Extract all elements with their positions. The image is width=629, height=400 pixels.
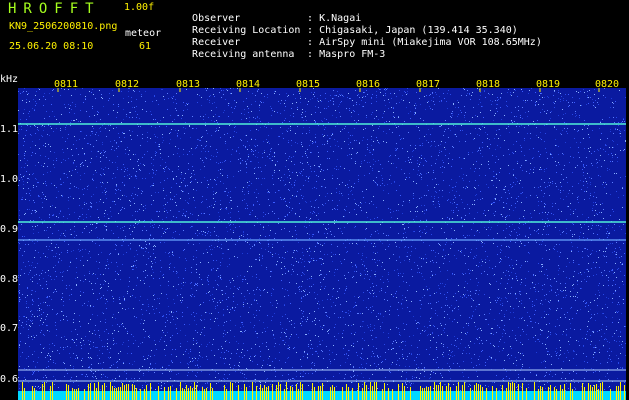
info-antenna-label: Receiving antenna [192, 49, 295, 60]
info-antenna-value: : Maspro FM-3 [307, 49, 386, 60]
time-tick: 0811 [54, 79, 79, 90]
time-tick: 0818 [476, 79, 501, 90]
freq-unit-label: kHz [0, 74, 19, 85]
datetime-label: 25.06.20 08:10 [9, 41, 94, 52]
time-tick: 0814 [236, 79, 261, 90]
time-tick: 0815 [296, 79, 321, 90]
noise-speckle [18, 88, 626, 400]
time-axis: 0811 0812 0813 0814 0815 0816 0817 0818 … [18, 80, 626, 92]
time-tick: 0812 [115, 79, 140, 90]
spectrogram[interactable] [18, 88, 626, 400]
meteor-label: meteor [125, 28, 162, 39]
freq-tick: 0.7 [0, 323, 19, 334]
version-label: 1.00f [124, 2, 155, 13]
time-tick: 0813 [176, 79, 201, 90]
time-tick: 0816 [356, 79, 381, 90]
time-tick: 0819 [536, 79, 561, 90]
meteor-count: 61 [139, 41, 152, 52]
freq-tick: 0.8 [0, 274, 19, 285]
noise-speckle [18, 88, 625, 400]
filename-label: KN9_2506200810.png [9, 21, 118, 32]
freq-tick: 0.9 [0, 224, 19, 235]
freq-tick: 1.1 [0, 124, 19, 135]
freq-tick: 0.6 [0, 374, 19, 385]
app-title: HROFFT [8, 1, 101, 17]
time-tick: 0820 [595, 79, 620, 90]
freq-tick: 1.0 [0, 174, 19, 185]
spectrogram-canvas [18, 88, 626, 400]
time-tick: 0817 [416, 79, 441, 90]
info-antenna: Receiving antenna : Maspro FM-3 [180, 40, 385, 60]
